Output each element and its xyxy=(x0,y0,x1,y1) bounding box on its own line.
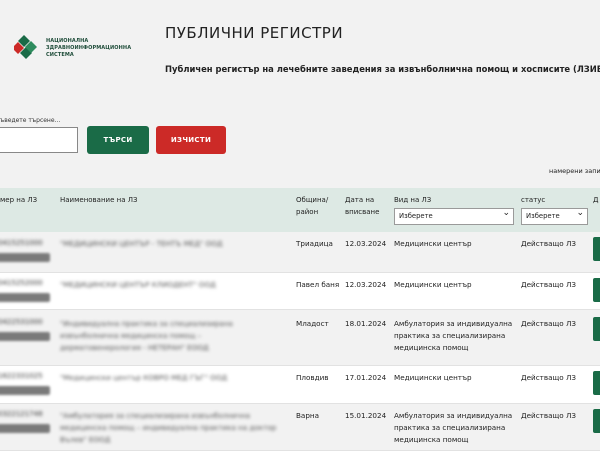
row-date: 18.01.2024 xyxy=(345,319,387,328)
th-actions: Д xyxy=(593,196,599,204)
table-row[interactable]: 0415251000 "МЕДИЦИНСКИ ЦЕНТЪР - ТЕНТЪ МЕ… xyxy=(0,232,600,273)
page-subtitle: Публичен регистър на лечебните заведения… xyxy=(165,64,600,74)
row-name[interactable]: "Медицински център КОВРО МЕД ГЪГ" ООД xyxy=(60,372,285,384)
row-status: Действащо ЛЗ xyxy=(521,280,576,289)
row-municipality: Павел баня xyxy=(296,280,340,289)
table-row[interactable]: 0322121748 "Амбулатория за специализиран… xyxy=(0,404,600,451)
row-name[interactable]: "МЕДИЦИНСКИ ЦЕНТЪР - ТЕНТЪ МЕД" ООД xyxy=(60,238,285,250)
row-date: 15.01.2024 xyxy=(345,411,387,420)
th-reg-number: мер на ЛЗ xyxy=(0,196,38,204)
nzis-logo-icon xyxy=(14,35,37,59)
row-reg-badge xyxy=(0,424,50,433)
table-row[interactable]: 1622331025 "Медицински център КОВРО МЕД … xyxy=(0,366,600,404)
status-filter-value: Изберете xyxy=(526,212,560,220)
results-count: намерени запис xyxy=(549,167,600,175)
row-type: Медицински център xyxy=(394,280,472,289)
row-reg-number: 0415252000 xyxy=(0,279,43,287)
row-date: 12.03.2024 xyxy=(345,239,387,248)
th-type: Вид на ЛЗ xyxy=(394,196,432,204)
type-filter-select[interactable]: Изберете xyxy=(394,206,514,225)
row-reg-badge xyxy=(0,386,50,395)
table-header: мер на ЛЗ Наименование на ЛЗ Община/ рай… xyxy=(0,188,600,232)
row-reg-number: 1622331025 xyxy=(0,372,43,380)
row-municipality: Младост xyxy=(296,319,329,328)
row-type: Амбулатория за индивидуална практика за … xyxy=(394,319,513,352)
row-reg-number: 0415251000 xyxy=(0,239,43,247)
table-row[interactable]: 0422531000 "Индивидуална практика за спе… xyxy=(0,310,600,366)
status-filter-select[interactable]: Изберете xyxy=(521,206,588,225)
logo-line-2: ЗДРАВНОИНФОРМАЦИОННА xyxy=(46,45,132,51)
row-status: Действащо ЛЗ xyxy=(521,319,576,328)
search-label: ъведете търсене... xyxy=(0,117,61,124)
search-input[interactable] xyxy=(0,127,78,153)
row-status: Действащо ЛЗ xyxy=(521,373,576,382)
search-button[interactable]: ТЪРСИ xyxy=(87,126,149,154)
row-reg-number: 0422531000 xyxy=(0,318,43,326)
row-reg-badge xyxy=(0,253,50,262)
th-date: Дата на вписване xyxy=(345,196,380,216)
row-municipality: Триадица xyxy=(296,239,333,248)
clear-button[interactable]: ИЗЧИСТИ xyxy=(156,126,226,154)
row-type: Медицински център xyxy=(394,373,472,382)
row-action-button[interactable] xyxy=(593,409,600,433)
row-municipality: Варна xyxy=(296,411,320,420)
logo-text: НАЦИОНАЛНА ЗДРАВНОИНФОРМАЦИОННА СИСТЕМА xyxy=(46,38,131,59)
row-name[interactable]: "МЕДИЦИНСКИ ЦЕНТЪР КЛИОДЕНТ" ООД xyxy=(60,279,285,291)
row-type: Медицински център xyxy=(394,239,472,248)
row-status: Действащо ЛЗ xyxy=(521,239,576,248)
row-name[interactable]: "Амбулатория за специализирана извънболн… xyxy=(60,410,285,446)
logo-line-3: СИСТЕМА xyxy=(46,52,74,58)
row-reg-number: 0322121748 xyxy=(0,410,43,418)
th-name: Наименование на ЛЗ xyxy=(60,196,138,204)
logo-line-1: НАЦИОНАЛНА xyxy=(46,38,89,44)
row-date: 17.01.2024 xyxy=(345,373,387,382)
page-title: ПУБЛИЧНИ РЕГИСТРИ xyxy=(165,24,344,42)
row-action-button[interactable] xyxy=(593,278,600,302)
row-municipality: Пловдив xyxy=(296,373,329,382)
row-status: Действащо ЛЗ xyxy=(521,411,576,420)
row-action-button[interactable] xyxy=(593,371,600,395)
row-type: Амбулатория за индивидуална практика за … xyxy=(394,411,513,444)
row-date: 12.03.2024 xyxy=(345,280,387,289)
row-name[interactable]: "Индивидуална практика за специализирана… xyxy=(60,318,275,354)
page-header: НАЦИОНАЛНА ЗДРАВНОИНФОРМАЦИОННА СИСТЕМА … xyxy=(0,0,600,95)
row-reg-badge xyxy=(0,332,50,341)
table-row[interactable]: 0415252000 "МЕДИЦИНСКИ ЦЕНТЪР КЛИОДЕНТ" … xyxy=(0,273,600,310)
row-action-button[interactable] xyxy=(593,317,600,341)
th-municipality: Община/ район xyxy=(296,196,329,216)
th-status: статус xyxy=(521,196,546,204)
row-reg-badge xyxy=(0,293,50,302)
type-filter-value: Изберете xyxy=(399,212,433,220)
row-action-button[interactable] xyxy=(593,237,600,261)
